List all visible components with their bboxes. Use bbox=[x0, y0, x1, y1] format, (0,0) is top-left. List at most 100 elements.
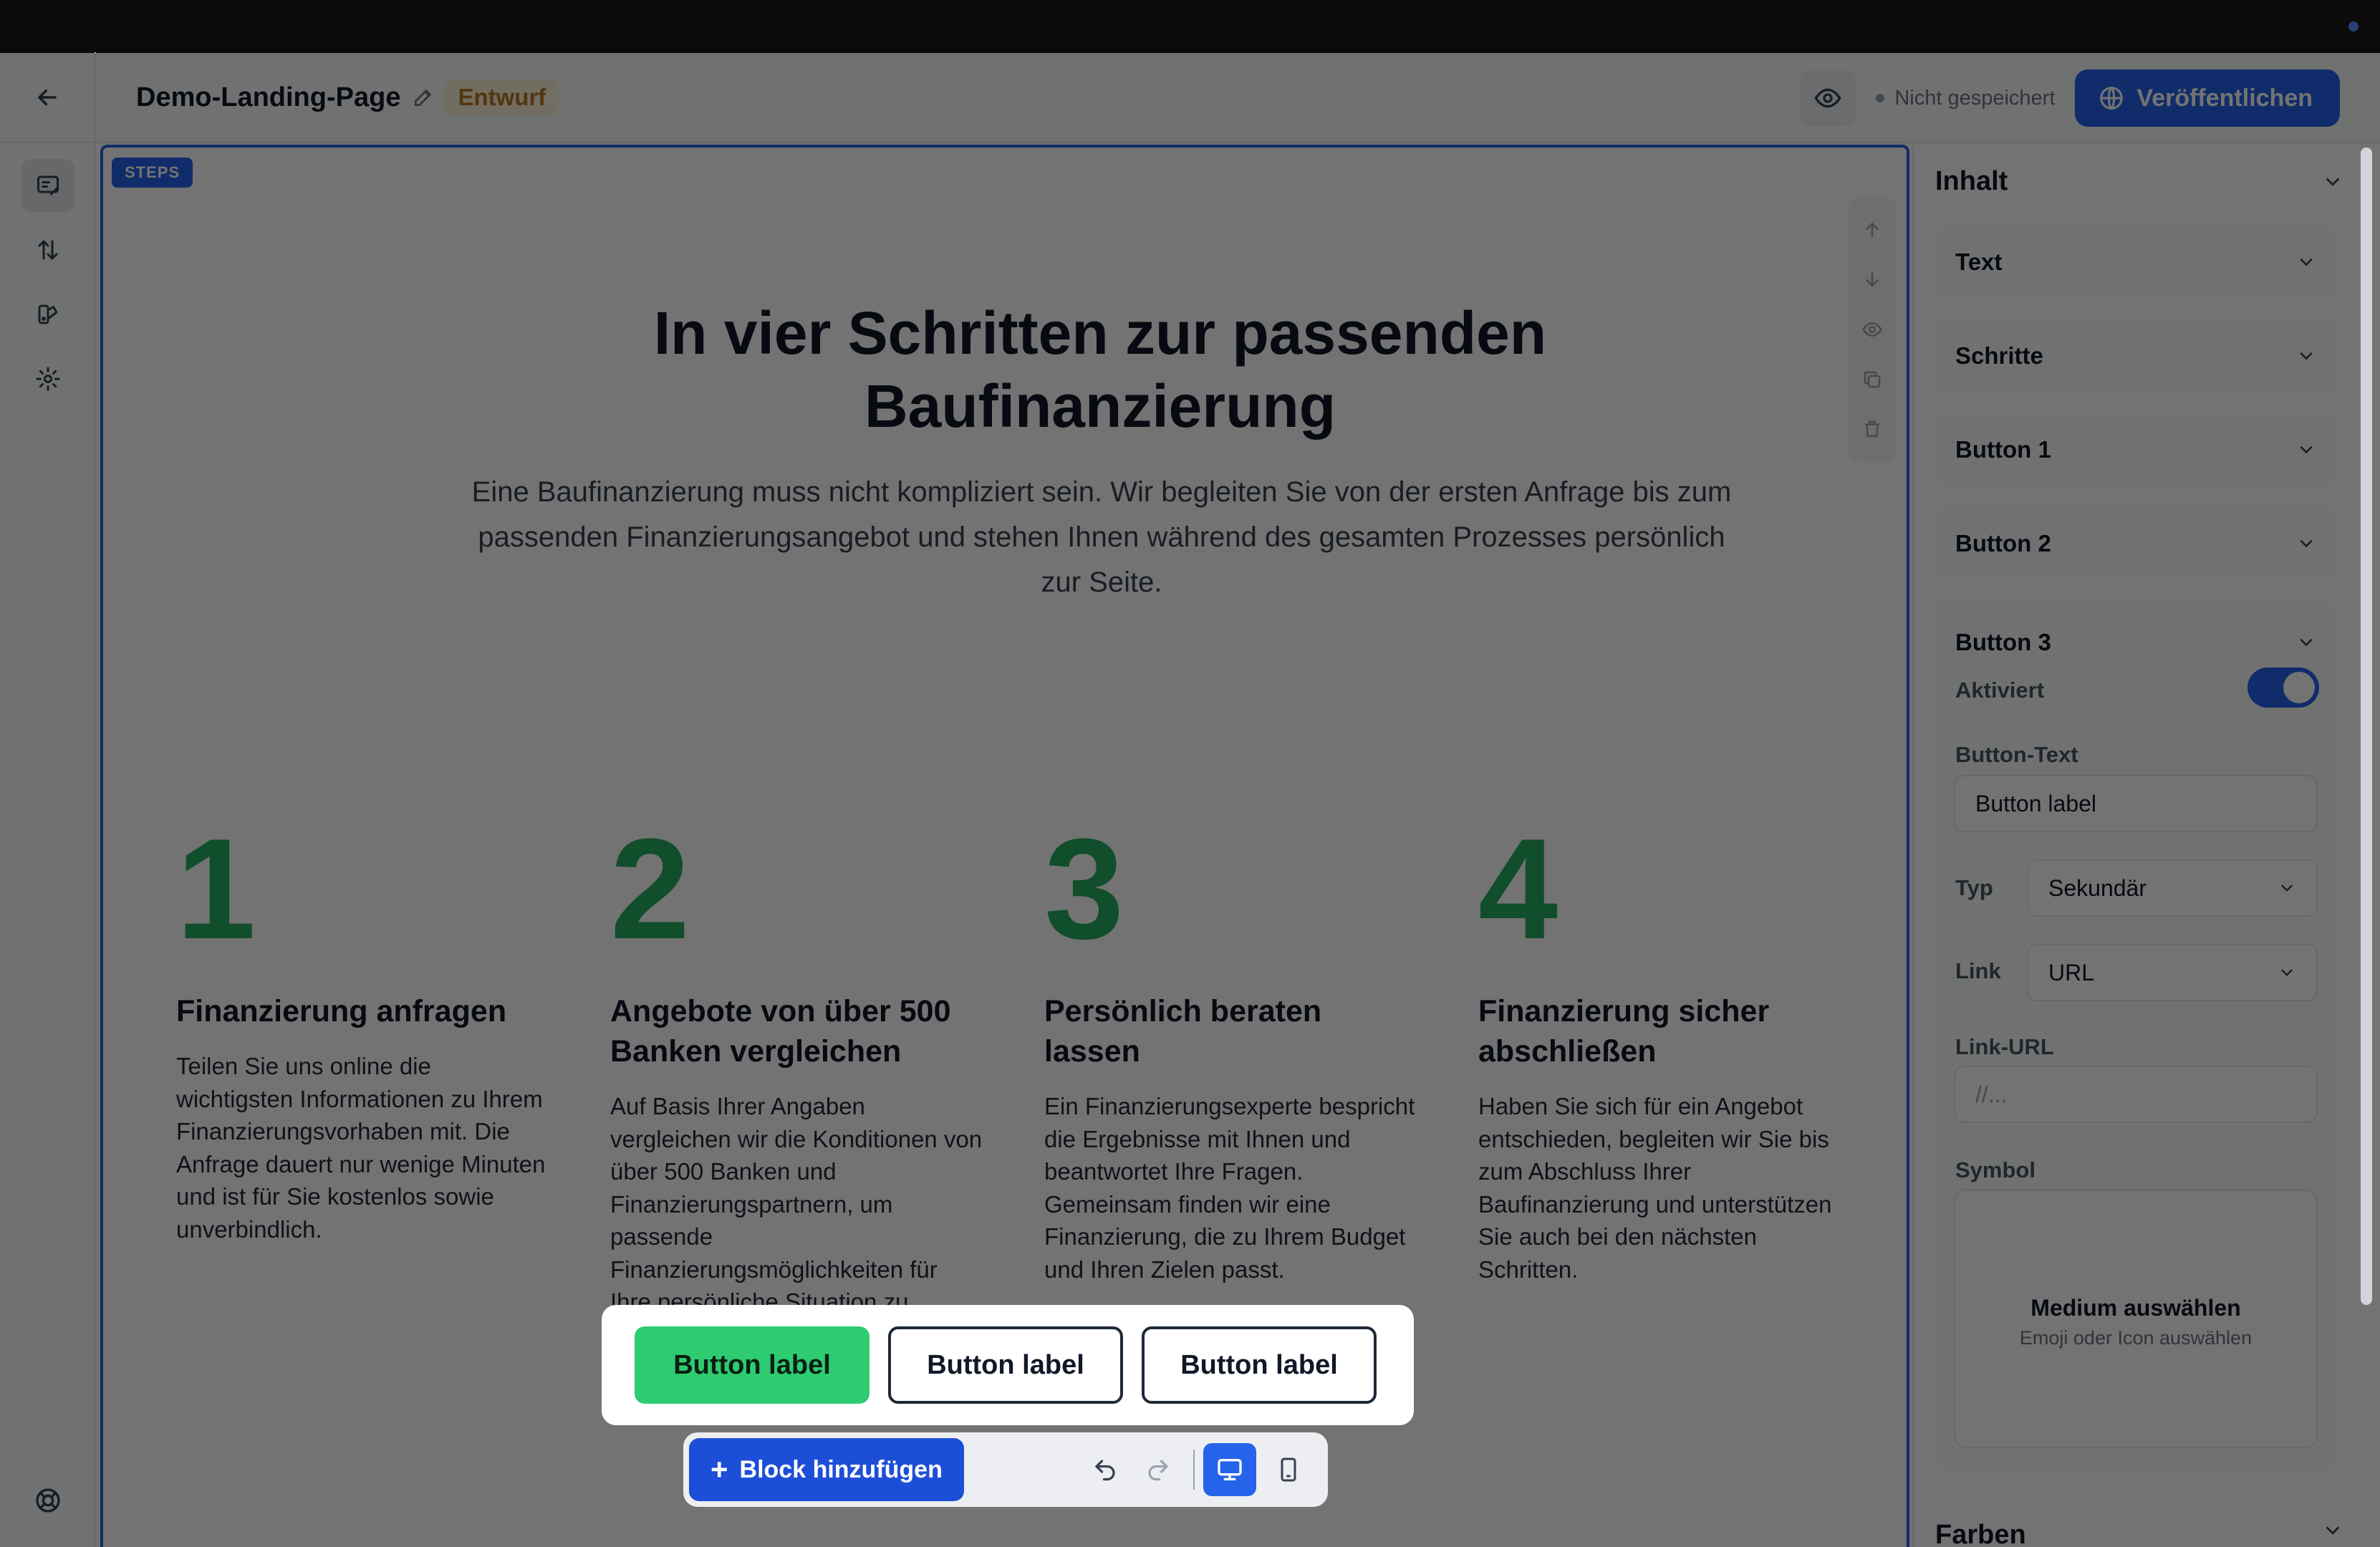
section-heading: In vier Schritten zur passenden Baufinan… bbox=[653, 299, 1547, 440]
chevron-down-icon bbox=[2326, 178, 2339, 186]
step-item: 1 Finanzierung anfragen Teilen Sie uns o… bbox=[176, 818, 549, 1245]
step-title: Angebote von über 500 Banken vergleichen bbox=[610, 994, 951, 1069]
colors-section-title: Farben bbox=[1935, 1520, 2026, 1547]
theme-tool-button[interactable] bbox=[21, 288, 74, 341]
symbol-label: Symbol bbox=[1955, 1157, 2035, 1182]
cta-button-primary[interactable]: Button label bbox=[635, 1326, 869, 1404]
step-number: 4 bbox=[1478, 809, 1558, 969]
accordion-label: Button 1 bbox=[1955, 436, 2051, 463]
back-button[interactable] bbox=[0, 52, 96, 143]
mobile-view-button[interactable] bbox=[1262, 1443, 1315, 1496]
step-body: Teilen Sie uns online die wichtigsten In… bbox=[176, 1053, 546, 1243]
preview-button[interactable] bbox=[1800, 70, 1856, 126]
page-title: Demo-Landing-Page bbox=[136, 82, 401, 112]
copy-icon[interactable] bbox=[1861, 369, 1883, 390]
desktop-view-button[interactable] bbox=[1203, 1443, 1256, 1496]
chevron-down-icon bbox=[2281, 969, 2293, 976]
accordion-label: Button 3 bbox=[1955, 629, 2051, 655]
add-block-label: Block hinzufügen bbox=[739, 1455, 943, 1483]
block-tools bbox=[1848, 198, 1897, 461]
plus-icon: + bbox=[710, 1452, 728, 1486]
media-picker-subtitle: Emoji oder Icon auswählen bbox=[2019, 1327, 2253, 1349]
link-select-value: URL bbox=[2048, 959, 2095, 985]
content-section-header[interactable]: Inhalt bbox=[1935, 166, 2343, 197]
bottom-toolbar: + Block hinzufügen bbox=[683, 1432, 1328, 1507]
eye-icon[interactable] bbox=[1861, 319, 1883, 340]
layout-edit-icon bbox=[37, 175, 59, 196]
button-text-label: Button-Text bbox=[1955, 742, 2078, 767]
chevron-down-icon bbox=[2300, 259, 2313, 266]
swatch-book-icon bbox=[38, 304, 58, 324]
undo-button[interactable] bbox=[1079, 1443, 1132, 1496]
link-type-select[interactable]: URL bbox=[2027, 944, 2318, 1001]
reorder-tool-button[interactable] bbox=[21, 223, 74, 276]
step-body: Ein Finanzierungsexperte bespricht die E… bbox=[1044, 1093, 1415, 1283]
content-section-title: Inhalt bbox=[1935, 166, 2008, 196]
accordion-steps[interactable]: Schritte bbox=[1934, 322, 2338, 390]
redo-icon bbox=[1148, 1460, 1168, 1481]
trash-icon[interactable] bbox=[1861, 418, 1883, 440]
section-subtext: Eine Baufinanzierung muss nicht komplizi… bbox=[471, 476, 1732, 598]
media-picker[interactable]: Medium auswählen Emoji oder Icon auswähl… bbox=[1954, 1189, 2318, 1448]
blocks-tool-button[interactable] bbox=[21, 159, 74, 212]
redo-button[interactable] bbox=[1132, 1443, 1185, 1496]
accordion-button-1[interactable]: Button 1 bbox=[1934, 415, 2338, 484]
step-title: Finanzierung sicher abschließen bbox=[1478, 994, 1770, 1069]
step-number: 3 bbox=[1044, 809, 1124, 969]
button-text-input[interactable]: Button label bbox=[1954, 775, 2318, 832]
link-url-placeholder: //... bbox=[1975, 1081, 2008, 1107]
accordion-label: Schritte bbox=[1955, 342, 2043, 369]
globe-icon bbox=[2100, 87, 2124, 110]
colors-section-header[interactable]: Farben bbox=[1935, 1520, 2343, 1547]
accordion-label: Text bbox=[1955, 249, 2003, 275]
step-item: 2 Angebote von über 500 Banken vergleich… bbox=[610, 818, 983, 1351]
help-button[interactable] bbox=[21, 1474, 74, 1527]
accordion-label: Button 2 bbox=[1955, 530, 2051, 556]
accordion-button-3: Button 3 Aktiviert Button-Text Button la… bbox=[1934, 603, 2338, 1468]
chevron-down-icon bbox=[2300, 540, 2313, 548]
arrow-up-icon[interactable] bbox=[1861, 219, 1883, 241]
step-body: Haben Sie sich für ein Angebot entschied… bbox=[1478, 1093, 1832, 1283]
accordion-button-2[interactable]: Button 2 bbox=[1934, 509, 2338, 578]
properties-panel: Inhalt Text Schritte Button 1 Button 2 B… bbox=[1912, 145, 2380, 1547]
enabled-toggle[interactable] bbox=[2247, 668, 2319, 708]
camera-dot bbox=[2348, 21, 2359, 32]
settings-tool-button[interactable] bbox=[21, 352, 74, 405]
pencil-icon bbox=[415, 90, 432, 106]
edit-title-button[interactable] bbox=[412, 86, 435, 109]
accordion-text[interactable]: Text bbox=[1934, 228, 2338, 297]
panel-scrollbar[interactable] bbox=[2361, 148, 2372, 1305]
media-picker-title: Medium auswählen bbox=[2030, 1295, 2241, 1321]
publish-button[interactable]: Veröffentlichen bbox=[2075, 69, 2340, 127]
sort-arrows-icon bbox=[38, 240, 58, 260]
save-status: Nicht gespeichert bbox=[1876, 87, 2055, 110]
accordion-button-3-header[interactable]: Button 3 bbox=[1955, 629, 2316, 656]
step-title: Finanzierung anfragen bbox=[176, 994, 507, 1028]
link-url-label: Link-URL bbox=[1955, 1034, 2054, 1059]
step-number: 1 bbox=[176, 809, 256, 969]
eye-icon bbox=[1814, 88, 1841, 108]
add-block-button[interactable]: + Block hinzufügen bbox=[689, 1438, 964, 1501]
block-type-tag: STEPS bbox=[112, 158, 193, 188]
publish-label: Veröffentlichen bbox=[2136, 84, 2313, 112]
link-url-input[interactable]: //... bbox=[1954, 1066, 2318, 1123]
type-select[interactable]: Sekundär bbox=[2027, 859, 2318, 917]
toggle-knob bbox=[2283, 672, 2315, 703]
arrow-left-icon bbox=[38, 89, 57, 106]
undo-icon bbox=[1095, 1460, 1115, 1481]
chevron-down-icon bbox=[2281, 885, 2293, 892]
cta-button-tertiary[interactable]: Button label bbox=[1142, 1326, 1377, 1404]
gear-icon bbox=[36, 367, 60, 391]
step-item: 3 Persönlich beraten lassen Ein Finanzie… bbox=[1044, 818, 1417, 1286]
left-tool-rail bbox=[0, 145, 96, 1547]
chevron-down-icon bbox=[2300, 446, 2313, 454]
enabled-label: Aktiviert bbox=[1955, 678, 2045, 703]
chevron-down-icon bbox=[2326, 1526, 2339, 1535]
system-top-bar bbox=[0, 0, 2380, 53]
cta-button-secondary[interactable]: Button label bbox=[888, 1326, 1123, 1404]
type-label: Typ bbox=[1955, 875, 1993, 900]
button-group: Button label Button label Button label bbox=[602, 1305, 1414, 1425]
arrow-down-icon[interactable] bbox=[1861, 269, 1883, 290]
smartphone-icon bbox=[1281, 1457, 1296, 1482]
editor-header: Demo-Landing-Page Entwurf Nicht gespeich… bbox=[0, 52, 2380, 143]
